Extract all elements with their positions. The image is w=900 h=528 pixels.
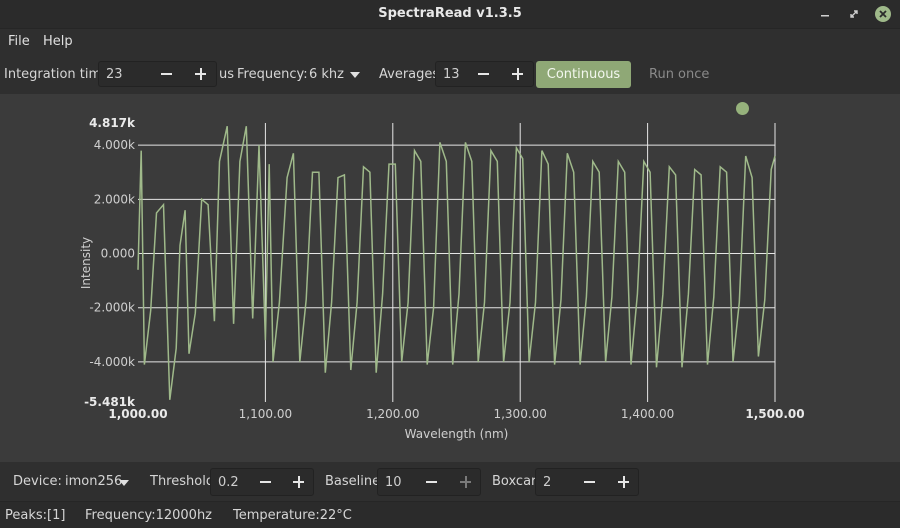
y-tick-label: 4.000k xyxy=(94,138,135,152)
chevron-down-icon xyxy=(350,72,360,78)
maximize-icon[interactable] xyxy=(846,6,862,22)
averages-decrement-button[interactable] xyxy=(468,62,498,86)
integration-time-spinbox[interactable]: 23 xyxy=(98,61,217,87)
y-tick-label: -4.000k xyxy=(89,355,135,369)
x-tick-label: 1,000.00 xyxy=(108,407,167,421)
y-tick-label: 4.817k xyxy=(89,116,136,130)
y-tick-label: 2.000k xyxy=(94,192,135,206)
boxcar-increment-button[interactable] xyxy=(608,470,638,494)
boxcar-value[interactable]: 2 xyxy=(543,475,551,490)
spectrum-chart: 4.817k4.000k2.000k0.000-2.000k-4.000k-5.… xyxy=(79,116,805,441)
threshold-value[interactable]: 0.2 xyxy=(218,475,239,490)
chevron-down-icon xyxy=(119,480,129,486)
close-icon xyxy=(879,10,887,18)
averages-spinbox[interactable]: 13 xyxy=(435,61,534,87)
baseline-value[interactable]: 10 xyxy=(385,475,402,490)
frequency-label: Frequency: xyxy=(237,67,308,82)
status-bar: Peaks:[1] Frequency:12000hz Temperature:… xyxy=(0,501,900,528)
run-once-button[interactable]: Run once xyxy=(649,67,709,82)
integration-decrement-button[interactable] xyxy=(151,62,181,86)
title-bar: SpectraRead v1.3.5 xyxy=(0,0,900,29)
x-tick-label: 1,500.00 xyxy=(745,407,804,421)
status-peaks: Peaks:[1] xyxy=(5,508,66,523)
window-title: SpectraRead v1.3.5 xyxy=(378,6,522,21)
boxcar-spinbox[interactable]: 2 xyxy=(535,468,639,496)
averages-value[interactable]: 13 xyxy=(443,67,460,82)
frequency-dropdown[interactable]: 6 khz xyxy=(303,61,367,87)
menu-bar: File Help xyxy=(0,28,900,54)
x-tick-label: 1,400.00 xyxy=(621,407,674,421)
status-frequency: Frequency:12000hz xyxy=(85,508,213,523)
threshold-decrement-button[interactable] xyxy=(250,470,280,494)
continuous-button[interactable]: Continuous xyxy=(536,61,631,88)
device-dropdown[interactable]: imon256 xyxy=(62,467,136,495)
menu-file[interactable]: File xyxy=(8,34,30,49)
threshold-spinbox[interactable]: 0.2 xyxy=(210,468,314,496)
x-tick-label: 1,100.00 xyxy=(239,407,292,421)
baseline-label: Baseline: xyxy=(325,474,385,489)
frequency-value: 6 khz xyxy=(309,67,344,82)
device-label: Device: xyxy=(13,474,62,489)
y-axis-label: Intensity xyxy=(79,237,93,289)
processing-toolbar: Device: imon256 Threshold: 0.2 Baseline:… xyxy=(0,464,900,500)
baseline-decrement-button[interactable] xyxy=(416,470,446,494)
menu-help[interactable]: Help xyxy=(43,34,73,49)
threshold-increment-button[interactable] xyxy=(283,470,313,494)
integration-time-value[interactable]: 23 xyxy=(106,67,123,82)
y-tick-label: -2.000k xyxy=(89,301,135,315)
y-tick-label: 0.000 xyxy=(101,247,135,261)
baseline-spinbox[interactable]: 10 xyxy=(377,468,481,496)
device-value: imon256 xyxy=(65,474,123,489)
averages-label: Averages: xyxy=(379,67,444,82)
averages-increment-button[interactable] xyxy=(502,62,532,86)
close-button[interactable] xyxy=(875,6,891,22)
spectrum-series-line xyxy=(137,126,776,400)
integration-increment-button[interactable] xyxy=(185,62,215,86)
integration-unit-label: us xyxy=(219,67,235,82)
acquisition-toolbar: Integration time: 23 us Frequency: 6 khz… xyxy=(0,56,900,92)
minimize-icon[interactable] xyxy=(817,6,833,22)
x-tick-label: 1,300.00 xyxy=(493,407,546,421)
x-axis-label: Wavelength (nm) xyxy=(405,427,509,441)
boxcar-label: Boxcar: xyxy=(492,474,541,489)
boxcar-decrement-button[interactable] xyxy=(574,470,604,494)
threshold-label: Threshold: xyxy=(150,474,219,489)
status-temperature: Temperature:22°C xyxy=(233,508,352,523)
baseline-increment-button[interactable] xyxy=(450,470,480,494)
x-tick-label: 1,200.00 xyxy=(366,407,419,421)
